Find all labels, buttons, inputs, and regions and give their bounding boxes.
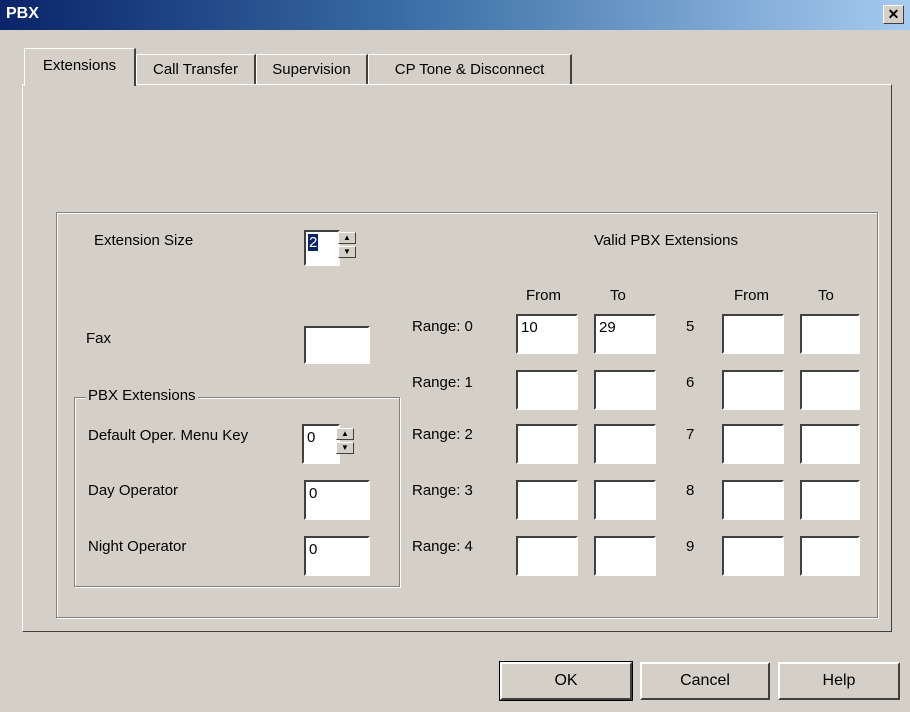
cancel-button[interactable]: Cancel	[640, 662, 770, 700]
tab-call-transfer[interactable]: Call Transfer	[136, 54, 256, 84]
range-9-to-field[interactable]	[800, 536, 860, 576]
tab-supervision[interactable]: Supervision	[256, 54, 368, 84]
spin-down-icon[interactable]: ▼	[338, 246, 356, 258]
tab-label: Call Transfer	[152, 61, 239, 78]
range-label: Range: 0	[412, 318, 473, 335]
extension-size-label: Extension Size	[94, 232, 194, 249]
range-label: Range: 3	[412, 482, 473, 499]
range-8-to-field[interactable]	[800, 480, 860, 520]
default-oper-menu-key-label: Default Oper. Menu Key	[88, 427, 249, 444]
help-button-label: Help	[822, 672, 856, 689]
pbx-extensions-group-title: PBX Extensions	[86, 387, 198, 404]
pbx-dialog: PBX ✕ Extensions Call Transfer Supervisi…	[0, 0, 910, 712]
range-label: Range: 4	[412, 538, 473, 555]
range-3-from-field[interactable]	[516, 480, 578, 520]
range-3-to-field[interactable]	[594, 480, 656, 520]
day-operator-field[interactable]: 0	[304, 480, 370, 520]
range-0-from-value: 10	[521, 319, 538, 336]
day-operator-value: 0	[309, 485, 318, 502]
cancel-button-label: Cancel	[680, 672, 730, 689]
night-operator-value: 0	[309, 541, 318, 558]
day-operator-label: Day Operator	[88, 482, 179, 499]
ok-button[interactable]: OK	[499, 661, 633, 701]
tab-label: CP Tone & Disconnect	[394, 61, 545, 78]
valid-pbx-extensions-title: Valid PBX Extensions	[594, 232, 738, 249]
help-button[interactable]: Help	[778, 662, 900, 700]
night-operator-label: Night Operator	[88, 538, 187, 555]
range-9-from-field[interactable]	[722, 536, 784, 576]
range-0-from-field[interactable]: 10	[516, 314, 578, 354]
default-oper-menu-key-field[interactable]: 0	[302, 424, 340, 464]
extension-size-field[interactable]: 2	[304, 230, 340, 266]
to-header: To	[610, 287, 626, 304]
from-header: From	[734, 287, 769, 304]
tab-extensions[interactable]: Extensions	[24, 48, 136, 86]
range-1-from-field[interactable]	[516, 370, 578, 410]
range-label: 7	[686, 426, 695, 443]
range-5-to-field[interactable]	[800, 314, 860, 354]
spin-up-icon[interactable]: ▲	[336, 428, 354, 440]
range-4-from-field[interactable]	[516, 536, 578, 576]
range-label: Range: 2	[412, 426, 473, 443]
range-2-from-field[interactable]	[516, 424, 578, 464]
range-label: 8	[686, 482, 695, 499]
title-bar[interactable]: PBX ✕	[0, 0, 910, 30]
range-label: Range: 1	[412, 374, 473, 391]
range-8-from-field[interactable]	[722, 480, 784, 520]
close-icon: ✕	[887, 6, 900, 22]
to-header: To	[818, 287, 834, 304]
range-6-to-field[interactable]	[800, 370, 860, 410]
tab-cp-tone-disconnect[interactable]: CP Tone & Disconnect	[368, 54, 572, 84]
range-2-to-field[interactable]	[594, 424, 656, 464]
from-header: From	[526, 287, 561, 304]
range-0-to-field[interactable]: 29	[594, 314, 656, 354]
range-label: 5	[686, 318, 695, 335]
fax-label: Fax	[86, 330, 112, 347]
range-5-from-field[interactable]	[722, 314, 784, 354]
default-oper-menu-key-value: 0	[307, 429, 316, 446]
range-7-to-field[interactable]	[800, 424, 860, 464]
range-4-to-field[interactable]	[594, 536, 656, 576]
spin-up-icon[interactable]: ▲	[338, 232, 356, 244]
tab-label: Supervision	[272, 61, 351, 78]
night-operator-field[interactable]: 0	[304, 536, 370, 576]
fax-field[interactable]	[304, 326, 370, 364]
window-title: PBX	[6, 5, 39, 22]
tab-label: Extensions	[42, 57, 117, 74]
range-label: 9	[686, 538, 695, 555]
range-7-from-field[interactable]	[722, 424, 784, 464]
extension-size-value: 2	[308, 234, 319, 251]
ok-button-label: OK	[554, 672, 578, 689]
range-label: 6	[686, 374, 695, 391]
default-oper-spinner[interactable]: ▲ ▼	[336, 428, 354, 458]
range-1-to-field[interactable]	[594, 370, 656, 410]
close-button[interactable]: ✕	[883, 5, 904, 24]
range-6-from-field[interactable]	[722, 370, 784, 410]
range-0-to-value: 29	[599, 319, 616, 336]
extension-size-spinner[interactable]: ▲ ▼	[338, 232, 356, 266]
spin-down-icon[interactable]: ▼	[336, 442, 354, 454]
